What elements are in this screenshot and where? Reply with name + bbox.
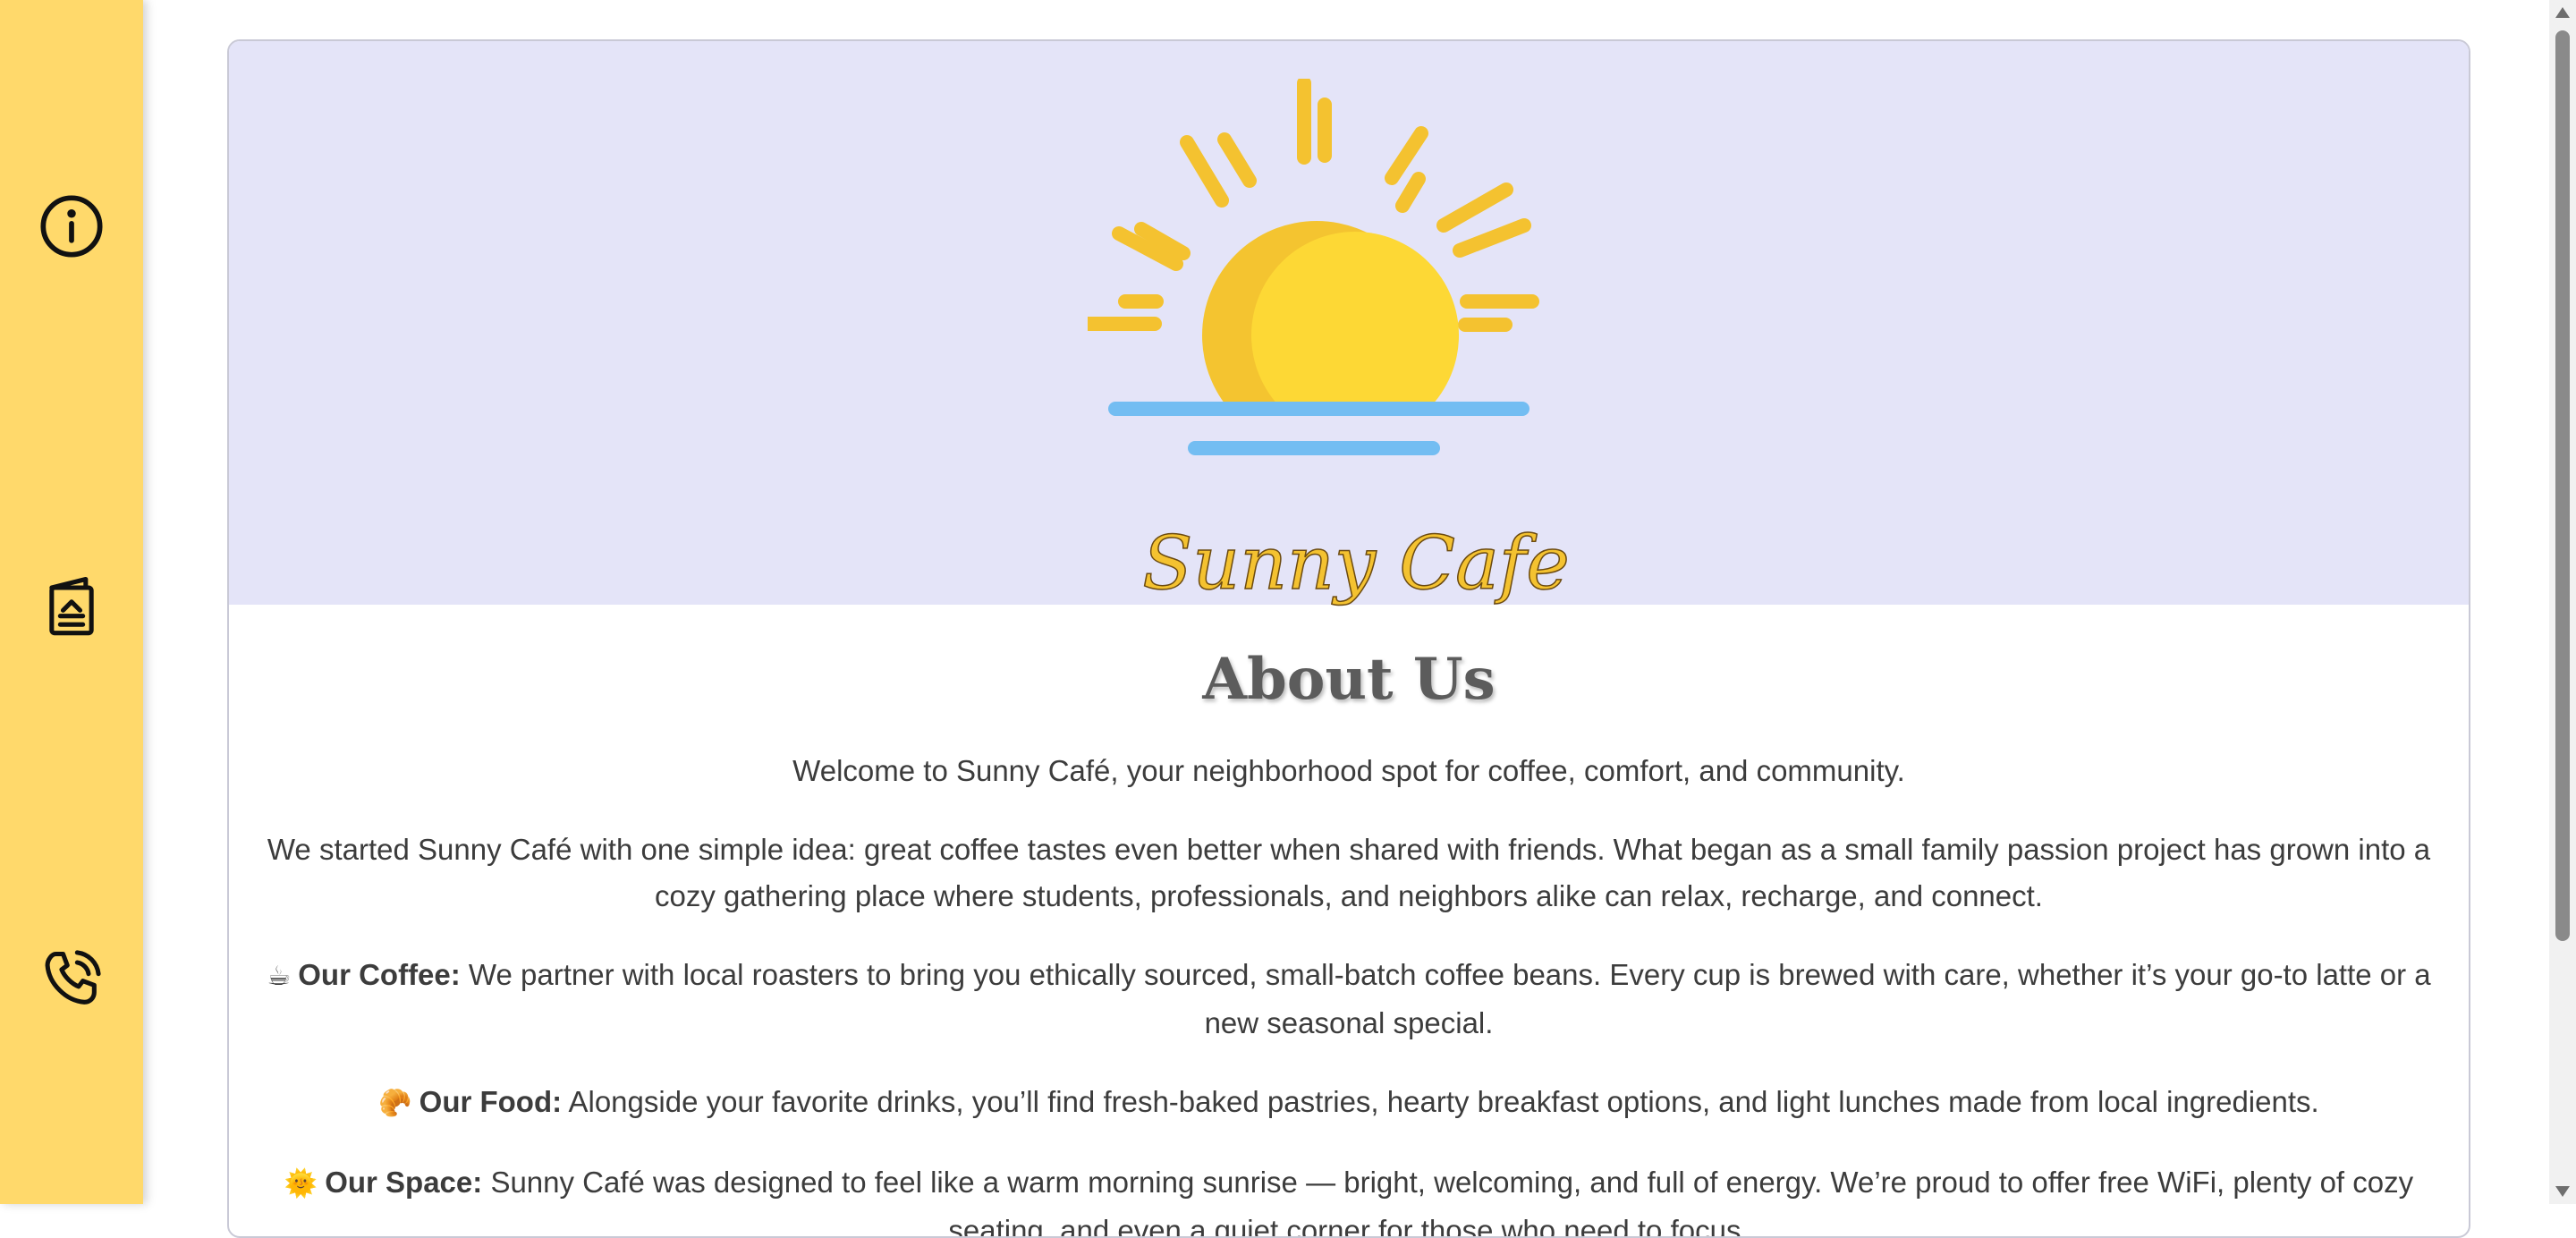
welcome-text: Welcome to Sunny Café, your neighborhood… xyxy=(792,754,1905,787)
about-card: Sunny Cafe About Us Welcome to Sunny Caf… xyxy=(227,39,2470,1238)
food-label: Our Food: xyxy=(419,1085,563,1118)
coffee-text: We partner with local roasters to bring … xyxy=(468,958,2431,1039)
croissant-icon: 🥐 xyxy=(378,1088,412,1119)
sidebar-item-menu[interactable] xyxy=(27,560,116,649)
space-text: Sunny Café was designed to feel like a w… xyxy=(490,1166,2414,1238)
sun-face-icon: 🌞 xyxy=(284,1168,318,1200)
menu-icon xyxy=(49,576,94,636)
info-icon xyxy=(40,195,103,258)
phone-icon xyxy=(45,950,101,1005)
story-text: We started Sunny Café with one simple id… xyxy=(267,833,2431,912)
sidebar xyxy=(0,0,143,1204)
about-section: About Us Welcome to Sunny Café, your nei… xyxy=(229,605,2469,1238)
scrollbar[interactable] xyxy=(2549,0,2576,1204)
coffee-icon: ☕ xyxy=(267,961,292,992)
sidebar-item-contact[interactable] xyxy=(27,935,116,1024)
hero-banner: Sunny Cafe xyxy=(229,41,2469,606)
space-label: Our Space: xyxy=(325,1166,483,1199)
scroll-down-icon[interactable] xyxy=(2555,1186,2570,1197)
sunny-cafe-logo: Sunny Cafe xyxy=(1088,79,1571,606)
scroll-up-icon[interactable] xyxy=(2555,7,2570,18)
sidebar-item-about[interactable] xyxy=(27,182,116,271)
page-title: About Us xyxy=(1202,646,1496,713)
coffee-label: Our Coffee: xyxy=(298,958,461,991)
food-paragraph: 🥐 Our Food: Alongside your favorite drink… xyxy=(256,1079,2442,1127)
food-text: Alongside your favorite drinks, you’ll f… xyxy=(568,1085,2319,1118)
space-paragraph: 🌞 Our Space: Sunny Café was designed to f… xyxy=(256,1159,2442,1238)
scroll-thumb[interactable] xyxy=(2555,30,2570,941)
logo-text: Sunny Cafe xyxy=(1142,521,1570,606)
coffee-paragraph: ☕ Our Coffee: We partner with local roast… xyxy=(256,952,2442,1047)
